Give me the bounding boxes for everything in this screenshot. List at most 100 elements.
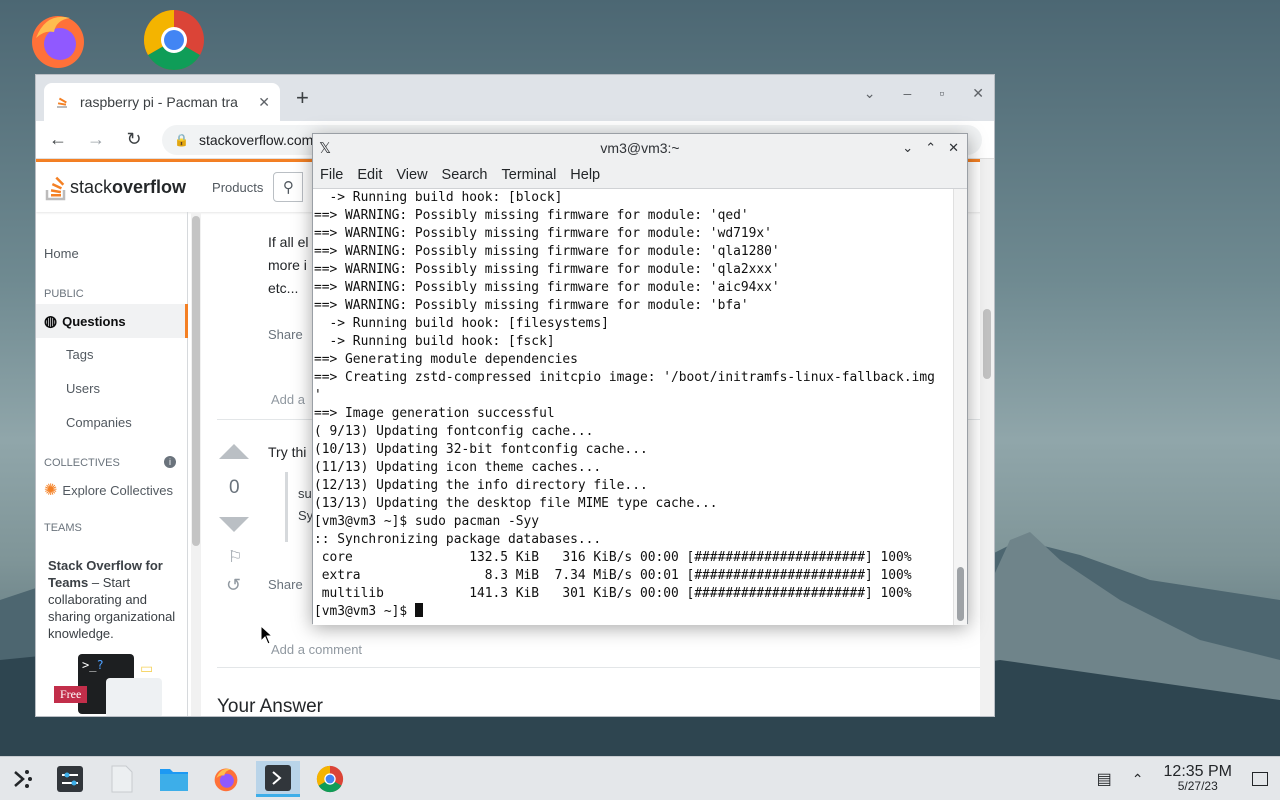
terminal-line: ==> Creating zstd-compressed initcpio im… bbox=[314, 370, 935, 385]
minimize-icon[interactable]: – bbox=[904, 85, 912, 102]
clock-time: 12:35 PM bbox=[1163, 763, 1232, 780]
sidebar-item-companies[interactable]: Companies bbox=[66, 415, 132, 430]
logo-text-overflow: overflow bbox=[112, 176, 187, 197]
chat-icon: ▭ bbox=[140, 660, 154, 676]
menu-edit[interactable]: Edit bbox=[357, 167, 382, 183]
terminal-scrollbar[interactable] bbox=[953, 189, 967, 625]
forward-icon[interactable]: → bbox=[86, 129, 106, 150]
page-scrollbar[interactable] bbox=[980, 159, 994, 716]
xterm-icon: 𝕏 bbox=[319, 140, 332, 157]
clock-date: 5/27/23 bbox=[1177, 779, 1218, 793]
add-comment-link[interactable]: Add a comment bbox=[271, 642, 362, 657]
menu-search[interactable]: Search bbox=[442, 167, 488, 183]
sidebar-heading-public: PUBLIC bbox=[44, 288, 84, 300]
terminal-line: [vm3@vm3 ~]$ sudo pacman -Syy bbox=[314, 514, 540, 529]
chrome-taskbar-icon[interactable] bbox=[308, 761, 352, 797]
search-icon[interactable]: ⚲ bbox=[273, 172, 304, 202]
maximize-icon[interactable]: ▫ bbox=[939, 85, 944, 102]
code-line: su bbox=[298, 486, 312, 501]
info-icon[interactable]: i bbox=[164, 456, 176, 468]
vote-down-icon[interactable] bbox=[219, 517, 249, 532]
file-manager-icon[interactable] bbox=[152, 761, 196, 797]
share-link[interactable]: Share bbox=[268, 577, 303, 592]
menu-view[interactable]: View bbox=[396, 167, 427, 183]
stackoverflow-logo-icon bbox=[45, 176, 66, 201]
your-answer-heading: Your Answer bbox=[217, 696, 323, 717]
terminal-line: ==> WARNING: Possibly missing firmware f… bbox=[314, 226, 772, 241]
vote-count: 0 bbox=[229, 477, 240, 498]
terminal-output[interactable]: -> Running build hook: [block] ==> WARNI… bbox=[313, 189, 955, 625]
terminal-line: -> Running build hook: [fsck] bbox=[314, 334, 555, 349]
terminal-line: ==> WARNING: Possibly missing firmware f… bbox=[314, 298, 749, 313]
mouse-cursor-icon bbox=[260, 625, 274, 645]
menu-help[interactable]: Help bbox=[570, 167, 600, 183]
firefox-icon[interactable] bbox=[26, 8, 90, 72]
app-launcher-icon[interactable] bbox=[0, 761, 44, 797]
tab-close-icon[interactable]: ✕ bbox=[258, 94, 270, 111]
answer-text-line: more i bbox=[268, 257, 307, 273]
stackoverflow-logo[interactable]: stack overflow bbox=[44, 173, 186, 201]
free-badge: Free bbox=[54, 686, 88, 703]
show-desktop-icon[interactable] bbox=[1252, 772, 1268, 786]
add-comment-link[interactable]: Add a bbox=[271, 392, 305, 407]
browser-tab[interactable]: raspberry pi - Pacman tra ✕ bbox=[44, 83, 280, 121]
terminal-taskbar-icon[interactable] bbox=[256, 761, 300, 797]
new-tab-button[interactable]: + bbox=[296, 85, 309, 111]
answer-text-line: etc... bbox=[268, 280, 299, 296]
taskbar: ▤ ⌃ 12:35 PM 5/27/23 bbox=[0, 756, 1280, 800]
close-icon[interactable]: ✕ bbox=[948, 140, 959, 156]
explore-collectives-label: Explore Collectives bbox=[62, 482, 173, 498]
vote-up-icon[interactable] bbox=[219, 444, 249, 459]
firefox-taskbar-icon[interactable] bbox=[204, 761, 248, 797]
sidebar-item-home[interactable]: Home bbox=[44, 246, 79, 261]
terminal-line: (10/13) Updating 32-bit fontconfig cache… bbox=[314, 442, 648, 457]
clipboard-icon[interactable]: ▤ bbox=[1097, 769, 1112, 789]
terminal-titlebar[interactable]: 𝕏 vm3@vm3:~ ⌄ ⌃ ✕ bbox=[313, 134, 967, 162]
sidebar-heading-collectives: COLLECTIVES bbox=[44, 457, 120, 469]
sidebar-item-questions[interactable]: ◍ Questions bbox=[36, 304, 188, 338]
bookmark-icon[interactable]: ⚐ bbox=[228, 547, 242, 567]
terminal-cursor bbox=[414, 603, 423, 617]
code-block-border bbox=[285, 472, 288, 542]
tray-expand-icon[interactable]: ⌃ bbox=[1132, 771, 1144, 788]
terminal-line: ==> WARNING: Possibly missing firmware f… bbox=[314, 208, 749, 223]
terminal-menubar: File Edit View Search Terminal Help bbox=[313, 162, 967, 189]
sidebar-item-questions-label: Questions bbox=[62, 313, 126, 329]
terminal-line: :: Synchronizing package databases... bbox=[314, 532, 602, 547]
system-settings-icon[interactable] bbox=[48, 761, 92, 797]
sidebar-item-users[interactable]: Users bbox=[66, 381, 100, 396]
terminal-line: -> Running build hook: [block] bbox=[314, 190, 563, 205]
menu-terminal[interactable]: Terminal bbox=[502, 167, 557, 183]
maximize-icon[interactable]: ⌃ bbox=[925, 140, 936, 156]
terminal-line: (11/13) Updating icon theme caches... bbox=[314, 460, 602, 475]
products-link[interactable]: Products bbox=[212, 180, 263, 195]
sidebar-item-tags[interactable]: Tags bbox=[66, 347, 93, 362]
terminal-text: -> Running build hook: [block] ==> WARNI… bbox=[313, 189, 955, 621]
lock-icon: 🔒 bbox=[174, 132, 189, 147]
clock[interactable]: 12:35 PM 5/27/23 bbox=[1163, 763, 1232, 794]
share-link[interactable]: Share bbox=[268, 327, 303, 342]
teams-promo: Stack Overflow for Teams – Start collabo… bbox=[48, 557, 186, 642]
reload-icon[interactable]: ↻ bbox=[124, 129, 144, 150]
tab-search-icon[interactable]: ⌄ bbox=[864, 85, 876, 102]
back-icon[interactable]: ← bbox=[48, 129, 68, 150]
collectives-icon: ✺ bbox=[44, 482, 58, 499]
menu-file[interactable]: File bbox=[320, 167, 343, 183]
terminal-line: ==> Generating module dependencies bbox=[314, 352, 578, 367]
document-icon[interactable] bbox=[100, 761, 144, 797]
minimize-icon[interactable]: ⌄ bbox=[902, 140, 913, 156]
sidebar-scrollbar[interactable] bbox=[191, 212, 201, 716]
close-icon[interactable]: ✕ bbox=[972, 85, 984, 102]
terminal-line: ==> Image generation successful bbox=[314, 406, 555, 421]
terminal-line: [vm3@vm3 ~]$ bbox=[314, 604, 415, 619]
globe-icon: ◍ bbox=[44, 313, 58, 330]
tab-title: raspberry pi - Pacman tra bbox=[80, 94, 238, 110]
terminal-line: (12/13) Updating the info directory file… bbox=[314, 478, 648, 493]
sidebar-item-explore-collectives[interactable]: ✺ Explore Collectives bbox=[44, 480, 173, 500]
terminal-line: ' bbox=[314, 388, 322, 403]
terminal-line: ==> WARNING: Possibly missing firmware f… bbox=[314, 262, 780, 277]
terminal-window: 𝕏 vm3@vm3:~ ⌄ ⌃ ✕ File Edit View Search … bbox=[312, 133, 968, 625]
chrome-icon[interactable] bbox=[142, 8, 206, 72]
history-icon[interactable]: ↺ bbox=[226, 575, 241, 596]
stackoverflow-favicon bbox=[57, 97, 67, 108]
